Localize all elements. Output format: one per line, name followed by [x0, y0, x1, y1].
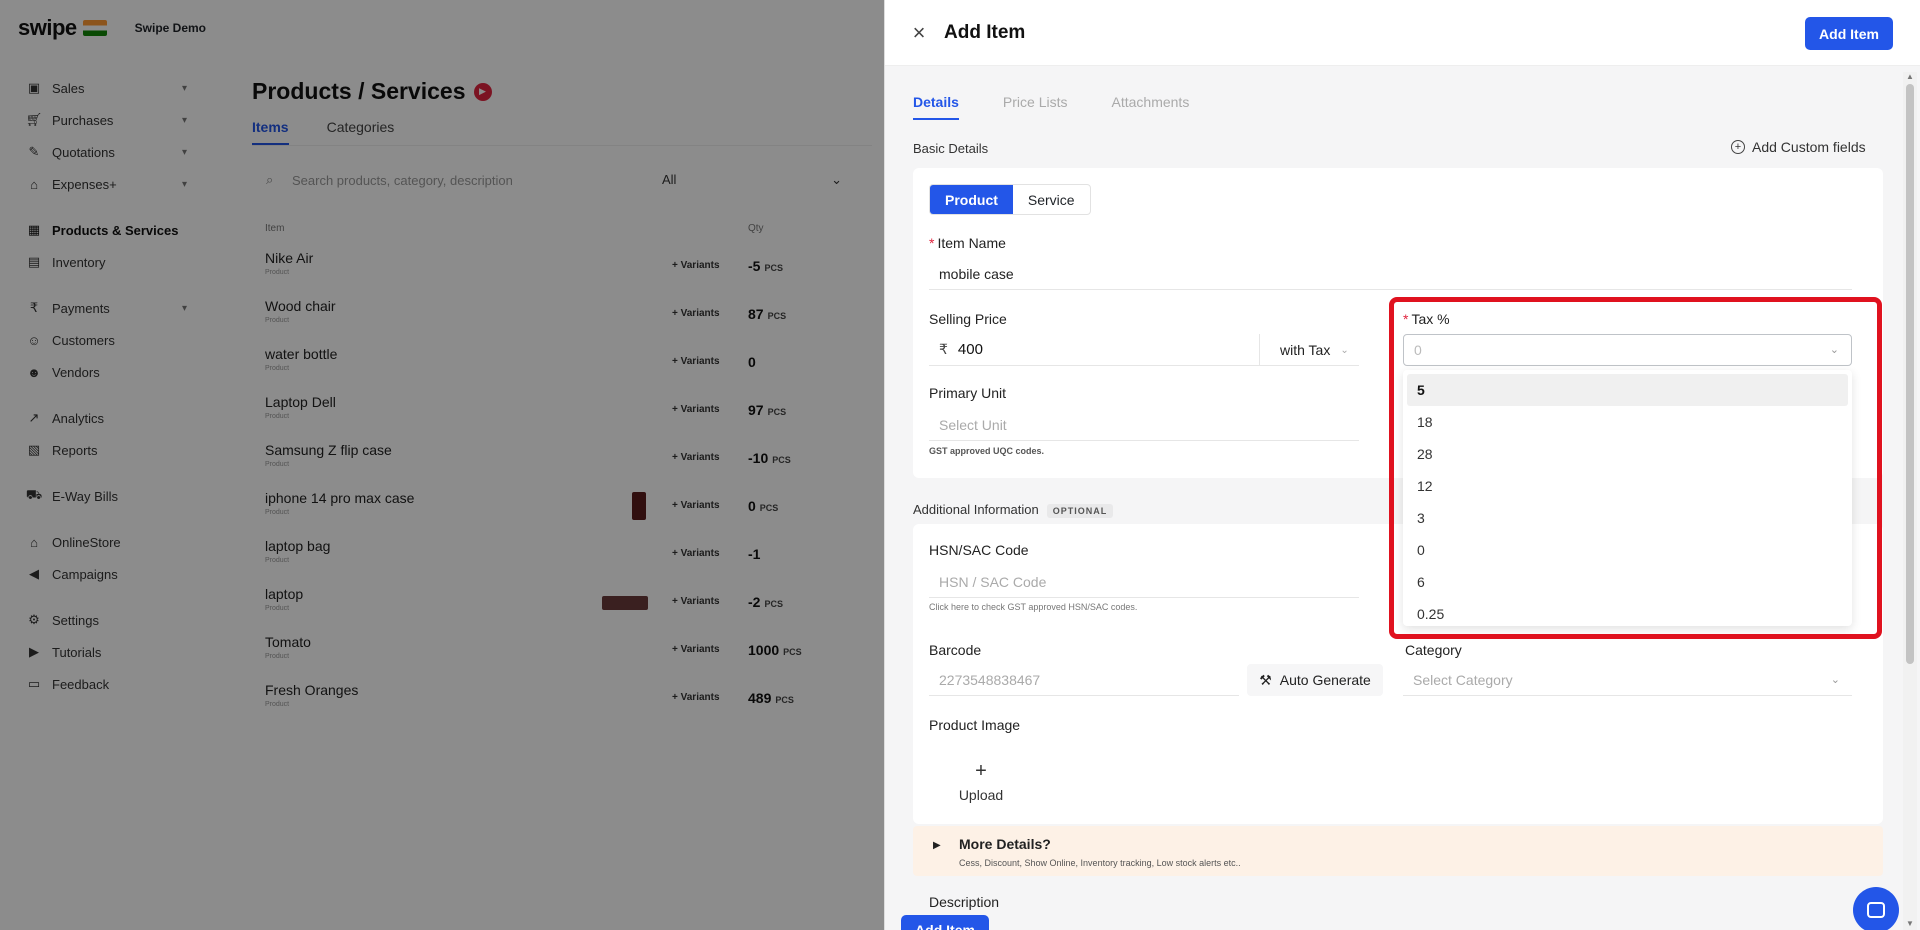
category-label: Category: [1405, 642, 1462, 658]
tab-details[interactable]: Details: [913, 94, 959, 120]
scroll-down-icon[interactable]: ▼: [1906, 919, 1914, 928]
tab-price-lists[interactable]: Price Lists: [1003, 94, 1068, 120]
type-service-option[interactable]: Service: [1013, 185, 1090, 214]
caret-right-icon: ▶: [933, 840, 941, 851]
primary-unit-hint[interactable]: GST approved UQC codes.: [929, 446, 1044, 456]
add-item-drawer: × Add Item Add Item Details Price Lists …: [884, 0, 1920, 930]
drawer-scrollbar[interactable]: ▲ ▼: [1903, 72, 1917, 930]
close-icon[interactable]: ×: [908, 22, 930, 44]
primary-unit-select[interactable]: Select Unit: [929, 409, 1359, 441]
selling-price-value: 400: [957, 341, 983, 358]
item-name-input[interactable]: mobile case: [929, 258, 1852, 290]
more-details-toggle[interactable]: ▶ More Details? Cess, Discount, Show Onl…: [913, 826, 1883, 876]
chevron-down-icon: ⌄: [1830, 674, 1840, 686]
selling-price-input[interactable]: ₹ 400 with Tax ⌄: [929, 334, 1359, 366]
optional-badge: OPTIONAL: [1046, 504, 1114, 518]
plus-circle-icon: +: [1731, 140, 1745, 154]
add-custom-fields-link[interactable]: + Add Custom fields: [1731, 139, 1866, 155]
chat-icon: [1867, 902, 1885, 918]
selling-price-label: Selling Price: [929, 311, 1007, 327]
chevron-down-icon: ⌄: [1340, 344, 1349, 356]
additional-info-heading: Additional Information OPTIONAL: [913, 502, 1114, 518]
hsn-label: HSN/SAC Code: [929, 542, 1029, 558]
drawer-header: × Add Item Add Item: [885, 0, 1920, 66]
modal-backdrop[interactable]: [0, 0, 884, 930]
chat-support-button[interactable]: [1853, 887, 1899, 930]
plus-icon: +: [975, 760, 987, 782]
drawer-title: Add Item: [944, 22, 1026, 43]
primary-unit-label: Primary Unit: [929, 385, 1007, 401]
rupee-icon: ₹: [939, 341, 948, 357]
hsn-hint-link[interactable]: Click here to check GST approved HSN/SAC…: [929, 602, 1137, 612]
auto-generate-button[interactable]: ⚒ Auto Generate: [1247, 664, 1383, 696]
scrollbar-thumb[interactable]: [1906, 84, 1914, 664]
hsn-input[interactable]: HSN / SAC Code: [929, 566, 1359, 598]
drawer-tabs: Details Price Lists Attachments: [913, 94, 1189, 120]
product-image-label: Product Image: [929, 717, 1021, 733]
more-details-subtitle: Cess, Discount, Show Online, Inventory t…: [959, 858, 1241, 868]
description-label: Description: [929, 894, 1000, 910]
category-select[interactable]: Select Category ⌄: [1403, 664, 1852, 696]
item-name-label: * Item Name: [929, 235, 1006, 251]
item-type-toggle: Product Service: [929, 184, 1091, 215]
upload-image-button[interactable]: + Upload: [941, 760, 1021, 820]
scroll-up-icon[interactable]: ▲: [1906, 72, 1914, 81]
tax-mode-select[interactable]: with Tax ⌄: [1259, 334, 1359, 366]
barcode-input[interactable]: 2273548838467: [929, 664, 1239, 696]
barcode-label: Barcode: [929, 642, 982, 658]
tax-dropdown-highlight: [1389, 297, 1882, 639]
more-details-title: More Details?: [959, 836, 1051, 852]
basic-details-heading: Basic Details: [913, 141, 989, 156]
tab-attachments[interactable]: Attachments: [1112, 94, 1190, 120]
type-product-option[interactable]: Product: [930, 185, 1013, 214]
magic-wand-icon: ⚒: [1259, 671, 1272, 688]
add-item-button-bottom[interactable]: Add Item: [901, 915, 989, 930]
add-item-button-top[interactable]: Add Item: [1805, 17, 1893, 50]
